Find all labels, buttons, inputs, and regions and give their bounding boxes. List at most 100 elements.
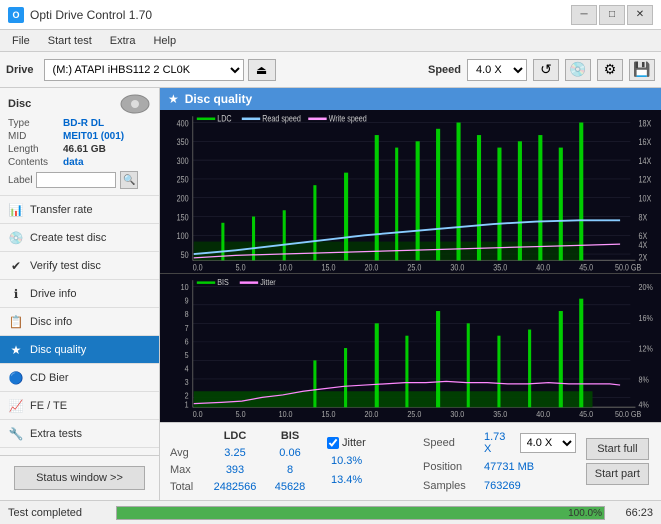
svg-text:14X: 14X (639, 156, 652, 166)
stats-table-left: LDC BIS Avg 3.25 0.06 Max 393 8 Total (166, 426, 319, 497)
label-input[interactable] (36, 172, 116, 188)
jitter-checkbox[interactable] (327, 437, 339, 449)
verify-test-disc-label: Verify test disc (30, 260, 101, 272)
speed-dropdown[interactable]: 4.0 X (520, 433, 576, 453)
avg-ldc: 3.25 (205, 447, 265, 459)
save-button[interactable]: 💾 (629, 59, 655, 81)
sidebar-item-disc-quality[interactable]: ★Disc quality (0, 336, 159, 364)
type-label: Type (8, 118, 63, 129)
disc-section: Disc Type BD-R DL MID MEIT01 (001) Lengt… (0, 88, 159, 196)
label-search-button[interactable]: 🔍 (120, 171, 138, 189)
charts-container: 400 350 300 250 200 150 100 50 18X 16X 1… (160, 110, 661, 422)
start-full-button[interactable]: Start full (586, 438, 649, 460)
svg-text:10.0: 10.0 (279, 409, 293, 419)
svg-text:50: 50 (181, 250, 189, 260)
menu-extra[interactable]: Extra (102, 33, 144, 49)
mid-value: MEIT01 (001) (63, 131, 124, 142)
svg-text:400: 400 (177, 119, 189, 129)
burn-button[interactable]: 💿 (565, 59, 591, 81)
progress-bar: 100.0% (116, 506, 605, 520)
svg-text:200: 200 (177, 194, 189, 204)
ldc-chart-svg: 400 350 300 250 200 150 100 50 18X 16X 1… (160, 110, 661, 273)
svg-text:15.0: 15.0 (322, 409, 336, 419)
disc-info-icon: 📋 (8, 314, 24, 330)
bis-header: BIS (265, 430, 315, 442)
settings-button[interactable]: ⚙ (597, 59, 623, 81)
eject-button[interactable]: ⏏ (248, 59, 276, 81)
create-test-disc-label: Create test disc (30, 232, 106, 244)
mid-label: MID (8, 131, 63, 142)
drive-info-icon: ℹ (8, 286, 24, 302)
refresh-button[interactable]: ↺ (533, 59, 559, 81)
svg-text:45.0: 45.0 (579, 409, 593, 419)
svg-text:12%: 12% (639, 344, 653, 354)
max-row-label: Max (170, 464, 205, 476)
avg-bis: 0.06 (265, 447, 315, 459)
svg-text:16%: 16% (639, 313, 653, 323)
cd-bier-label: CD Bier (30, 372, 69, 384)
svg-text:20%: 20% (639, 282, 653, 292)
speed-select[interactable]: 4.0 X (467, 59, 527, 81)
svg-text:35.0: 35.0 (493, 409, 507, 419)
sidebar-item-extra-tests[interactable]: 🔧Extra tests (0, 420, 159, 448)
menu-help[interactable]: Help (145, 33, 184, 49)
minimize-button[interactable]: ─ (571, 5, 597, 25)
svg-text:5.0: 5.0 (236, 263, 246, 273)
speed-header: Speed (423, 437, 478, 449)
disc-quality-label: Disc quality (30, 344, 86, 356)
svg-text:16X: 16X (639, 137, 652, 147)
stats-section: LDC BIS Avg 3.25 0.06 Max 393 8 Total (160, 422, 661, 500)
drive-select[interactable]: (M:) ATAPI iHBS112 2 CL0K (44, 59, 244, 81)
app-title: Opti Drive Control 1.70 (30, 8, 152, 22)
sidebar-item-drive-info[interactable]: ℹDrive info (0, 280, 159, 308)
svg-text:Write speed: Write speed (329, 114, 367, 124)
sidebar: Disc Type BD-R DL MID MEIT01 (001) Lengt… (0, 88, 160, 500)
start-part-button[interactable]: Start part (586, 463, 649, 485)
menu-start-test[interactable]: Start test (40, 33, 100, 49)
sidebar-item-verify-test-disc[interactable]: ✔ Verify test disc (0, 252, 159, 280)
maximize-button[interactable]: □ (599, 5, 625, 25)
svg-text:20.0: 20.0 (364, 263, 378, 273)
svg-text:250: 250 (177, 175, 189, 185)
svg-text:2X: 2X (639, 253, 648, 263)
speed-label: Speed (428, 64, 461, 76)
title-bar: O Opti Drive Control 1.70 ─ □ ✕ (0, 0, 661, 30)
svg-text:0.0: 0.0 (193, 409, 203, 419)
extra-tests-icon: 🔧 (8, 426, 24, 442)
svg-text:12X: 12X (639, 175, 652, 185)
disc-quality-title: Disc quality (185, 92, 252, 106)
contents-label: Contents (8, 157, 63, 168)
ldc-chart-area: 400 350 300 250 200 150 100 50 18X 16X 1… (160, 110, 661, 274)
drive-selector-wrapper: (M:) ATAPI iHBS112 2 CL0K ⏏ (44, 59, 422, 81)
length-label: Length (8, 144, 63, 155)
jitter-label: Jitter (342, 437, 366, 449)
start-buttons: Start full Start part (580, 426, 655, 497)
svg-text:30.0: 30.0 (450, 409, 464, 419)
drive-label: Drive (6, 64, 34, 76)
avg-speed: 1.73 X (484, 431, 514, 455)
sidebar-item-transfer-rate[interactable]: 📊Transfer rate (0, 196, 159, 224)
sidebar-item-disc-info[interactable]: 📋 Disc info (0, 308, 159, 336)
sidebar-item-fe-te[interactable]: 📈FE / TE (0, 392, 159, 420)
max-bis: 8 (265, 464, 315, 476)
svg-text:40.0: 40.0 (536, 409, 550, 419)
close-button[interactable]: ✕ (627, 5, 653, 25)
svg-text:1: 1 (185, 400, 190, 410)
sidebar-item-create-test-disc[interactable]: 💿 Create test disc (0, 224, 159, 252)
create-test-disc-icon: 💿 (8, 230, 24, 246)
sidebar-item-cd-bier[interactable]: 🔵CD Bier (0, 364, 159, 392)
progress-bar-fill (117, 507, 604, 519)
fe-te-icon: 📈 (8, 398, 24, 414)
avg-row-label: Avg (170, 447, 205, 459)
svg-text:35.0: 35.0 (493, 263, 507, 273)
svg-text:5: 5 (185, 350, 190, 360)
disc-info-label: Disc info (30, 316, 72, 328)
verify-test-disc-icon: ✔ (8, 258, 24, 274)
menu-file[interactable]: File (4, 33, 38, 49)
length-value: 46.61 GB (63, 144, 106, 155)
samples-value: 763269 (484, 480, 521, 492)
svg-text:6: 6 (185, 337, 190, 347)
status-window-button[interactable]: Status window >> (14, 466, 145, 490)
svg-text:10X: 10X (639, 194, 652, 204)
status-window-label: Status window >> (36, 472, 123, 484)
